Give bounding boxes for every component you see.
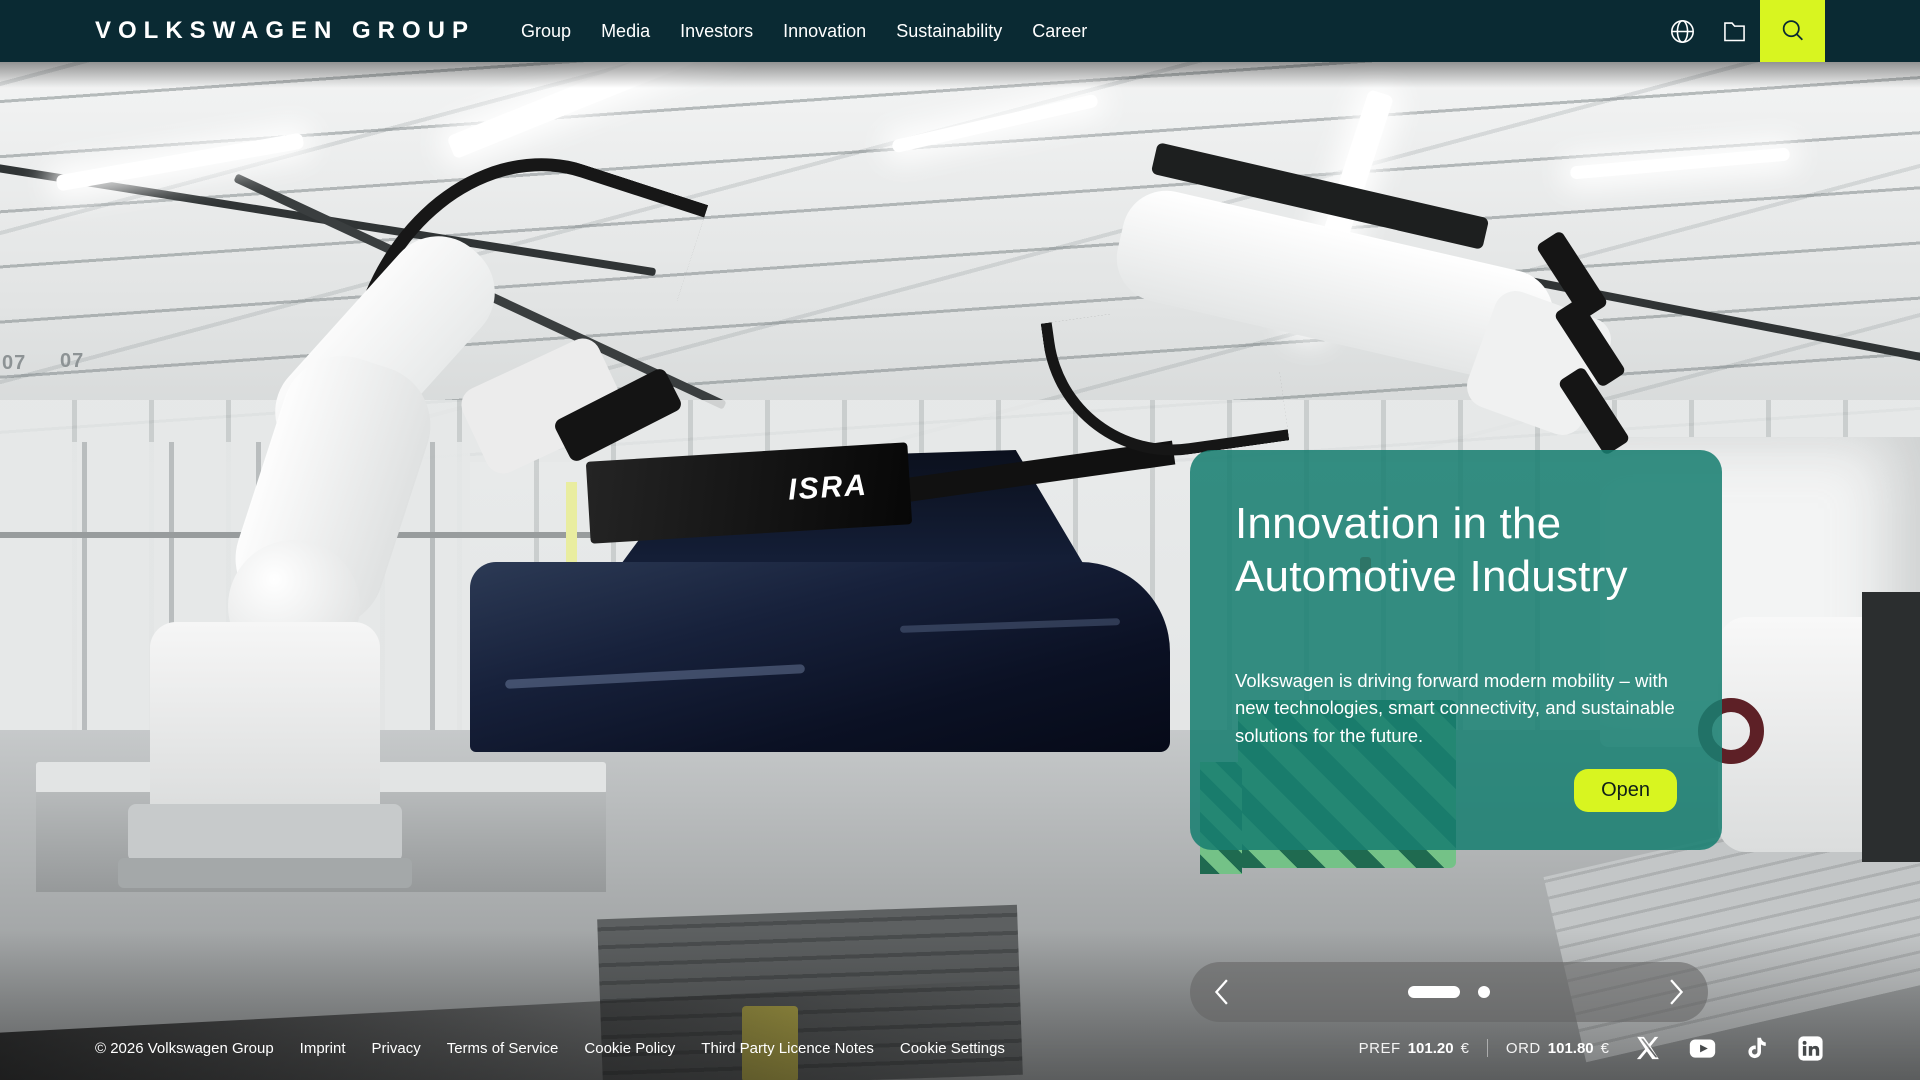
nav-item-sustainability[interactable]: Sustainability <box>896 21 1002 42</box>
x-social-button[interactable] <box>1633 1033 1663 1063</box>
nav-item-group[interactable]: Group <box>521 21 571 42</box>
wall-number-label: 07 <box>2 352 26 375</box>
footer-bar: © 2026 Volkswagen Group Imprint Privacy … <box>0 1016 1920 1080</box>
nav-item-innovation[interactable]: Innovation <box>783 21 866 42</box>
robot-plinth <box>118 858 412 888</box>
euro-sign: € <box>1601 1040 1609 1057</box>
footer-right: PREF 101.20 € ORD 101.80 € <box>1359 1033 1825 1063</box>
footer-link-terms[interactable]: Terms of Service <box>447 1040 559 1057</box>
slide-indicator[interactable] <box>1478 986 1490 998</box>
stock-pref-label: PREF <box>1359 1040 1401 1057</box>
search-icon <box>1779 17 1807 45</box>
slide-description: Volkswagen is driving forward modern mob… <box>1235 667 1677 749</box>
top-navigation-bar: VOLKSWAGEN GROUP Group Media Investors I… <box>0 0 1920 62</box>
linkedin-social-button[interactable] <box>1795 1033 1825 1063</box>
slide-indicators <box>1254 986 1644 998</box>
robot-plinth <box>128 804 402 862</box>
footer-link-cookie-policy[interactable]: Cookie Policy <box>584 1040 675 1057</box>
open-button[interactable]: Open <box>1574 769 1677 812</box>
tiktok-icon <box>1743 1035 1769 1061</box>
slide-info-card: Innovation in the Automotive Industry Vo… <box>1190 450 1722 850</box>
euro-sign: € <box>1461 1040 1469 1057</box>
slide-indicator-active[interactable] <box>1408 986 1460 998</box>
stock-ord: ORD 101.80 € <box>1506 1040 1609 1057</box>
chevron-left-icon <box>1214 978 1230 1006</box>
wall-number-label: 07 <box>60 350 84 373</box>
stock-pref: PREF 101.20 € <box>1359 1040 1469 1057</box>
tiktok-social-button[interactable] <box>1741 1033 1771 1063</box>
youtube-social-button[interactable] <box>1687 1033 1717 1063</box>
nav-item-investors[interactable]: Investors <box>680 21 753 42</box>
hero-carousel: 07 07 <box>0 62 1920 1080</box>
copyright: © 2026 Volkswagen Group <box>95 1040 274 1057</box>
stock-ord-value: 101.80 <box>1548 1040 1594 1057</box>
next-slide-button[interactable] <box>1644 962 1708 1022</box>
folder-icon <box>1721 18 1748 45</box>
previous-slide-button[interactable] <box>1190 962 1254 1022</box>
main-nav: Group Media Investors Innovation Sustain… <box>521 21 1087 42</box>
volkswagen-group-homepage: VOLKSWAGEN GROUP Group Media Investors I… <box>0 0 1920 1080</box>
search-button[interactable] <box>1760 0 1825 62</box>
linkedin-icon <box>1796 1034 1825 1063</box>
nav-actions <box>1656 0 1825 62</box>
language-button[interactable] <box>1656 0 1708 62</box>
footer-links: © 2026 Volkswagen Group Imprint Privacy … <box>95 1040 1005 1057</box>
isra-label: ISRA <box>787 469 869 508</box>
chevron-right-icon <box>1668 978 1684 1006</box>
volkswagen-group-logo[interactable]: VOLKSWAGEN GROUP <box>95 17 475 45</box>
downloads-button[interactable] <box>1708 0 1760 62</box>
carousel-controls <box>1190 962 1708 1022</box>
top-vignette <box>0 62 1920 88</box>
machinery-column <box>1862 592 1920 862</box>
nav-item-media[interactable]: Media <box>601 21 650 42</box>
stock-ord-label: ORD <box>1506 1040 1541 1057</box>
globe-icon <box>1669 18 1696 45</box>
youtube-icon <box>1688 1034 1717 1063</box>
divider <box>1487 1039 1488 1057</box>
footer-link-third-party[interactable]: Third Party Licence Notes <box>701 1040 874 1057</box>
nav-item-career[interactable]: Career <box>1032 21 1087 42</box>
car-body <box>470 562 1170 752</box>
slide-title: Innovation in the Automotive Industry <box>1235 498 1677 604</box>
footer-link-privacy[interactable]: Privacy <box>372 1040 421 1057</box>
stock-pref-value: 101.20 <box>1408 1040 1454 1057</box>
footer-link-cookie-settings[interactable]: Cookie Settings <box>900 1040 1005 1057</box>
x-icon <box>1634 1034 1662 1062</box>
footer-link-imprint[interactable]: Imprint <box>300 1040 346 1057</box>
